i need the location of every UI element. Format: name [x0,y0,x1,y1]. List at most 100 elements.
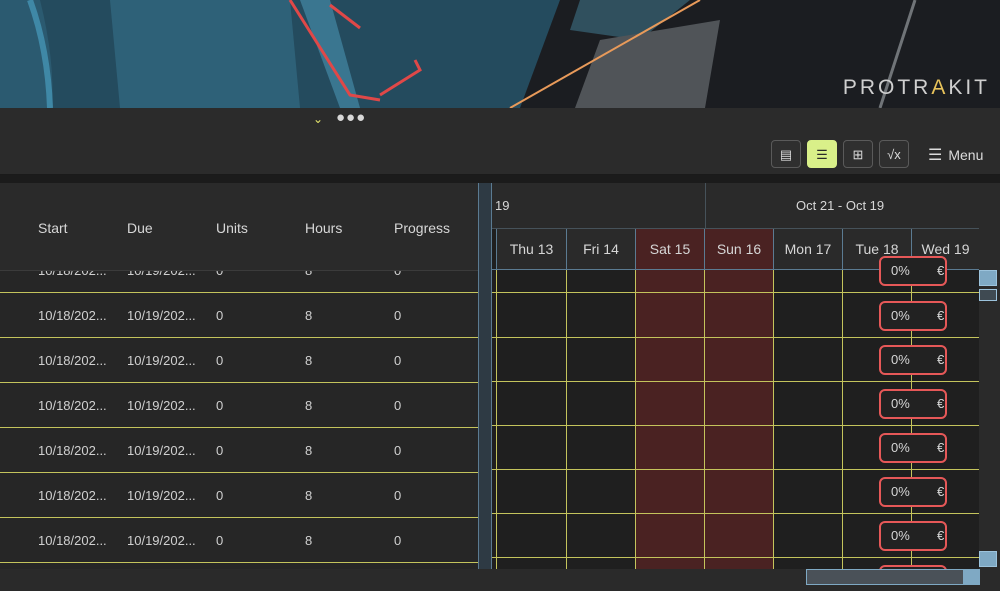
cell-due: 10/19/202... [127,353,196,368]
table-row[interactable]: 10/18/202... 10/19/202... 0 8 0 [0,518,478,563]
task-bar[interactable]: 0% € [879,521,947,551]
task-list-view-button[interactable]: ☰ [807,140,837,168]
package-view-button[interactable]: ▤ [771,140,801,168]
period-label-left: 19 [495,198,510,213]
horizontal-scroll-thumb[interactable] [806,569,964,585]
cell-units: 0 [216,533,224,548]
cell-hours: 8 [305,533,313,548]
grid-icon: ⊞ [852,147,864,162]
grid-row-line [492,337,979,338]
logo-suffix: KIT [948,76,990,99]
table-row[interactable]: 10/18/202... 10/19/202... 0 8 0 [0,383,478,428]
cell-progress: 0 [394,398,402,413]
scroll-right-handle[interactable] [964,569,980,585]
grid-view-button[interactable]: ⊞ [843,140,873,168]
cell-progress: 0 [394,488,402,503]
day-header-sun: Sun 16 [704,229,773,269]
cell-progress: 0 [394,533,402,548]
grid-column-weekend [704,270,773,569]
cell-due: 10/19/202... [127,398,196,413]
period-label-right: Oct 21 - Oct 19 [796,198,885,213]
cell-hours: 8 [305,308,313,323]
task-bar[interactable]: 0% € [879,256,947,286]
cell-units: 0 [216,353,224,368]
column-header-progress[interactable]: Progress [394,220,450,236]
task-bar[interactable]: 0% € [879,477,947,507]
logo-accent: A [931,76,949,99]
grid-column [566,270,635,569]
period-header: Oct 21 - Oct 19 [705,183,979,228]
task-bar[interactable]: 0% € [879,345,947,375]
day-header-sat: Sat 15 [635,229,704,269]
scroll-up-handle[interactable] [979,270,997,286]
cell-units: 0 [216,398,224,413]
grid-column [496,270,566,569]
table-row[interactable]: 10/18/202... 10/19/202... 0 8 0 [0,293,478,338]
cell-due: 10/19/202... [127,308,196,323]
task-bar[interactable]: 0% € [879,433,947,463]
cell-due: 10/19/202... [127,533,196,548]
day-header-thu: Thu 13 [496,229,566,269]
package-icon: ▤ [779,147,793,162]
cell-units: 0 [216,308,224,323]
scroll-down-handle[interactable] [979,551,997,567]
grid-row-line [492,425,979,426]
chevron-down-icon[interactable]: ⌄ [313,112,323,126]
table-row[interactable]: 10/18/202... 10/19/202... 0 8 0 [0,338,478,383]
vertical-scrollbar[interactable] [979,183,1000,569]
cell-start: 10/18/202... [38,488,107,503]
task-suffix: € [937,352,945,367]
task-progress-label: 0% [891,352,910,367]
cell-start: 10/18/202... [38,398,107,413]
cell-hours: 8 [305,353,313,368]
task-progress-label: 0% [891,484,910,499]
cell-hours: 8 [305,443,313,458]
task-suffix: € [937,308,945,323]
toolbar-divider [0,175,1000,183]
task-bar[interactable]: 0% € [879,301,947,331]
cell-progress: 0 [394,443,402,458]
column-header-due[interactable]: Due [127,220,153,236]
column-header-units[interactable]: Units [216,220,248,236]
cell-due: 10/19/202... [127,443,196,458]
grid-row-line [492,381,979,382]
day-header-mon: Mon 17 [773,229,842,269]
task-progress-label: 0% [891,308,910,323]
cell-start: 10/18/202... [38,353,107,368]
task-suffix: € [937,440,945,455]
column-header-start[interactable]: Start [38,220,68,236]
grid-row-line [492,557,979,558]
task-bar[interactable]: 0% € [879,389,947,419]
task-suffix: € [937,396,945,411]
table-body: 10/18/202... 10/19/202... 0 8 0 10/18/20… [0,248,478,563]
app-banner: PROTRAKIT [0,0,1000,108]
pane-splitter[interactable] [478,183,492,569]
timeline-period-row: 19 Oct 21 - Oct 19 [492,183,979,229]
more-dots-icon[interactable]: ●●● [336,109,366,126]
protrakit-logo: PROTRAKIT [843,76,990,100]
cell-progress: 0 [394,353,402,368]
table-header-overlay: Start Due Units Hours Progress [0,183,478,271]
vertical-scroll-thumb[interactable] [979,289,997,301]
cell-hours: 8 [305,488,313,503]
menu-button[interactable]: ☰ Menu [928,142,983,168]
grid-row-line [492,469,979,470]
formula-button[interactable]: √x [879,140,909,168]
day-header-fri: Fri 14 [566,229,635,269]
task-suffix: € [937,528,945,543]
horizontal-scrollbar[interactable] [0,569,1000,591]
task-suffix: € [937,484,945,499]
table-row[interactable]: 10/18/202... 10/19/202... 0 8 0 [0,428,478,473]
task-progress-label: 0% [891,263,910,278]
menu-label: Menu [948,147,984,163]
column-header-hours[interactable]: Hours [305,220,342,236]
task-suffix: € [937,263,945,278]
cell-units: 0 [216,443,224,458]
task-table: Start Due Units Hours Progress 10/18/202… [0,183,478,569]
task-progress-label: 0% [891,396,910,411]
cell-due: 10/19/202... [127,488,196,503]
collapse-bar[interactable]: ⌄ ●●● [0,108,1000,135]
cell-units: 0 [216,488,224,503]
table-row[interactable]: 10/18/202... 10/19/202... 0 8 0 [0,473,478,518]
grid-column [773,270,842,569]
